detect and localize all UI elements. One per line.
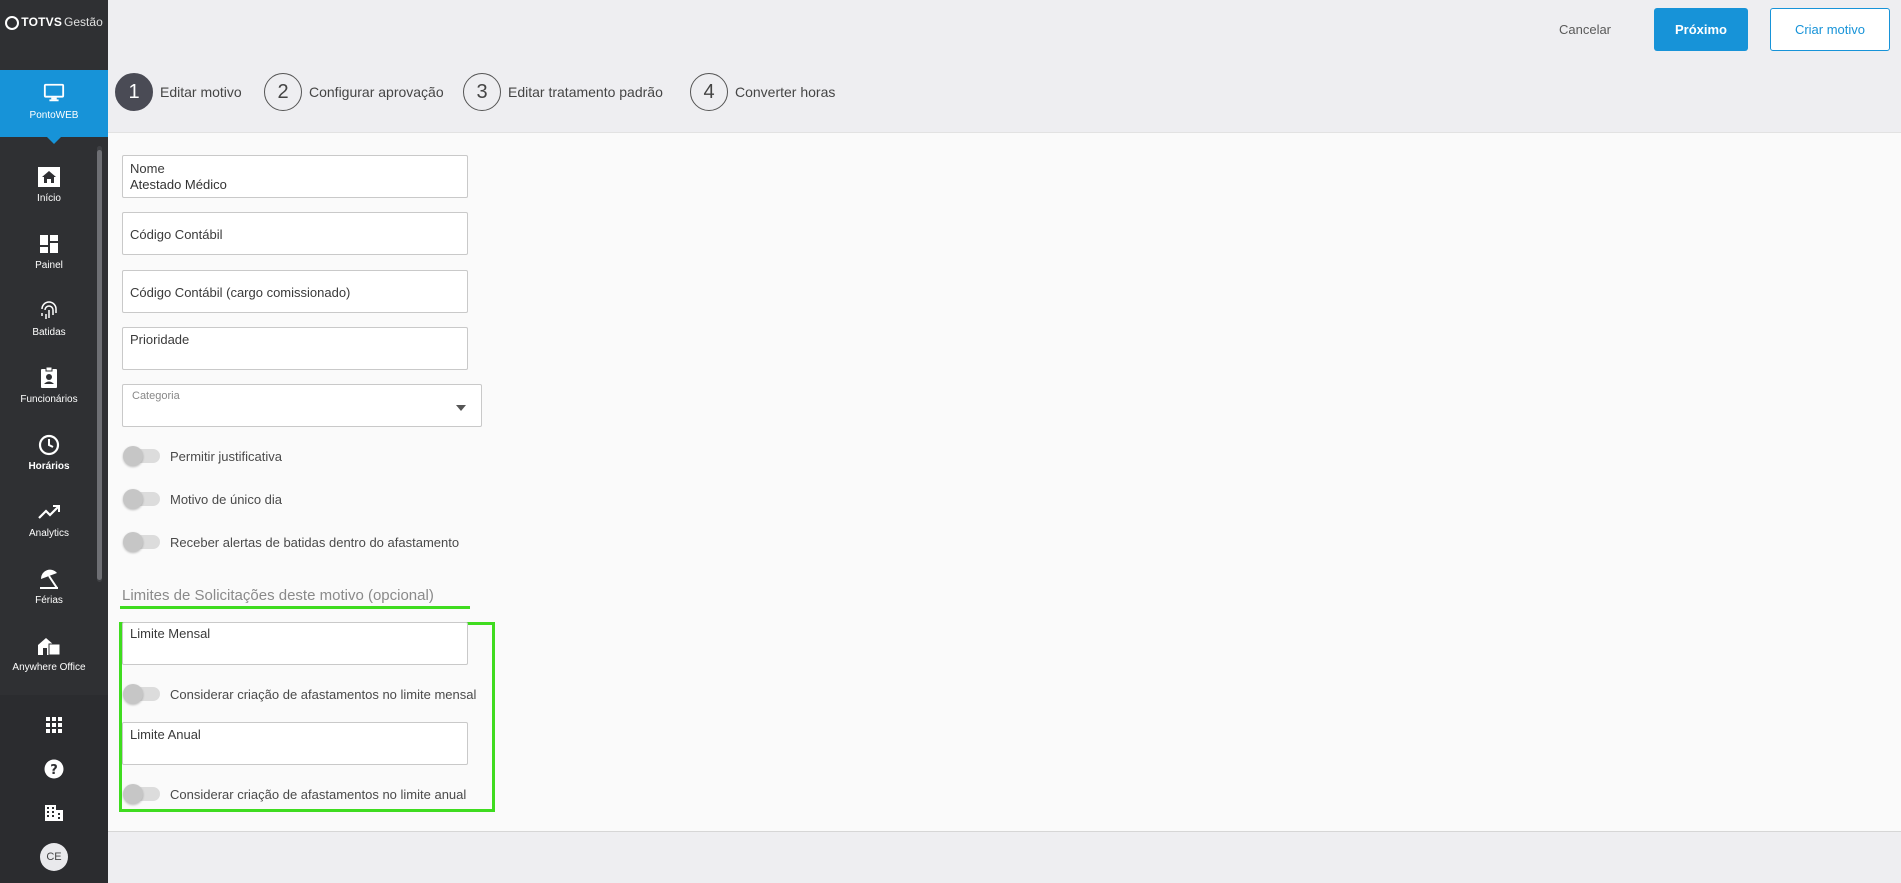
- toggle-switch[interactable]: [123, 532, 160, 552]
- clock-icon: [0, 433, 98, 457]
- nav-item-inicio[interactable]: Início: [0, 155, 98, 219]
- brand-logo[interactable]: TOTVS Gestão: [0, 0, 108, 70]
- step-label: Configurar aprovação: [309, 84, 444, 100]
- toggle-knob: [123, 532, 143, 552]
- annual-limit-field[interactable]: Limite Anual: [122, 722, 468, 765]
- sidebar-scrollbar[interactable]: [97, 146, 102, 582]
- beach-umbrella-icon: [0, 567, 98, 591]
- cancel-button[interactable]: Cancelar: [1540, 16, 1630, 42]
- account-code-field[interactable]: Código Contábil: [122, 212, 468, 255]
- chevron-down-icon[interactable]: [456, 405, 466, 411]
- nav-label: Painel: [35, 260, 63, 271]
- name-field-value[interactable]: Atestado Médico: [130, 177, 227, 192]
- nav-item-funcionarios[interactable]: Funcionários: [0, 356, 98, 420]
- category-select[interactable]: Categoria: [122, 384, 482, 427]
- toggle-monthly-limit[interactable]: Considerar criação de afastamentos no li…: [123, 683, 477, 705]
- nav-label: Analytics: [28, 528, 69, 539]
- nav-label: Início: [37, 193, 61, 204]
- toggle-label: Motivo de único dia: [170, 491, 283, 507]
- toggle-switch[interactable]: [123, 489, 160, 509]
- apps-grid-icon[interactable]: [40, 711, 68, 739]
- create-reason-button[interactable]: Criar motivo: [1770, 8, 1890, 51]
- step-number: 2: [264, 73, 302, 111]
- nav-item-analytics[interactable]: Analytics: [0, 490, 98, 554]
- step-edit-default-treatment[interactable]: 3 Editar tratamento padrão: [463, 72, 663, 112]
- nav-item-batidas[interactable]: Batidas: [0, 289, 98, 353]
- toggle-knob: [123, 784, 143, 804]
- nav-item-ferias[interactable]: Férias: [0, 557, 98, 621]
- step-number: 3: [463, 73, 501, 111]
- toggle-knob: [123, 684, 143, 704]
- module-label: PontoWEB: [29, 110, 79, 121]
- monthly-limit-label: Limite Mensal: [130, 626, 211, 641]
- annual-limit-label: Limite Anual: [130, 727, 201, 742]
- svg-text:?: ?: [50, 763, 58, 778]
- module-pontoweb[interactable]: PontoWEB: [0, 70, 108, 144]
- toggle-knob: [123, 489, 143, 509]
- toggle-label: Receber alertas de batidas dentro do afa…: [170, 534, 460, 550]
- fingerprint-icon: [0, 299, 98, 323]
- nav-item-anywhere-office[interactable]: Anywhere Office: [0, 624, 98, 688]
- nav-item-painel[interactable]: Painel: [0, 222, 98, 286]
- account-code-commissioned-field[interactable]: Código Contábil (cargo comissionado): [122, 270, 468, 313]
- name-field-label: Nome: [130, 161, 165, 176]
- toggle-knob: [123, 446, 143, 466]
- nav-label: Batidas: [32, 327, 66, 338]
- priority-field[interactable]: Prioridade: [122, 327, 468, 370]
- step-label: Editar motivo: [160, 84, 242, 100]
- next-button[interactable]: Próximo: [1654, 8, 1748, 51]
- limits-section-title: Limites de Solicitações deste motivo (op…: [122, 587, 434, 604]
- trending-icon: [0, 500, 98, 524]
- sidebar: TOTVS Gestão PontoWEB Início Painel Bati…: [0, 0, 108, 883]
- step-number: 1: [115, 73, 153, 111]
- help-icon[interactable]: ?: [40, 755, 68, 783]
- nav-label: Funcionários: [20, 394, 78, 405]
- building-icon[interactable]: [40, 799, 68, 827]
- dashboard-icon: [0, 232, 98, 256]
- toggle-label: Permitir justificativa: [170, 448, 282, 464]
- toggle-single-day[interactable]: Motivo de único dia: [123, 488, 283, 510]
- priority-label: Prioridade: [130, 332, 190, 347]
- active-caret: [47, 137, 61, 144]
- toggle-switch[interactable]: [123, 784, 160, 804]
- monthly-limit-field[interactable]: Limite Mensal: [122, 622, 468, 665]
- limits-title-highlight: [120, 606, 470, 609]
- nav-label: Anywhere Office: [12, 662, 86, 673]
- toggle-switch[interactable]: [123, 446, 160, 466]
- home-icon: [0, 165, 98, 189]
- step-number: 4: [690, 73, 728, 111]
- toggle-allow-justification[interactable]: Permitir justificativa: [123, 445, 282, 467]
- badge-icon: [0, 366, 98, 390]
- nav-item-horarios[interactable]: Horários: [0, 423, 98, 487]
- nav-label: Horários: [28, 461, 70, 472]
- account-code-label: Código Contábil: [130, 227, 223, 242]
- monitor-icon: [0, 82, 108, 106]
- step-edit-reason[interactable]: 1 Editar motivo: [115, 72, 242, 112]
- toggle-receive-alerts[interactable]: Receber alertas de batidas dentro do afa…: [123, 531, 460, 553]
- step-configure-approval[interactable]: 2 Configurar aprovação: [264, 72, 444, 112]
- step-convert-hours[interactable]: 4 Converter horas: [690, 72, 835, 112]
- name-field[interactable]: Nome Atestado Médico: [122, 155, 468, 198]
- totvs-logo-icon: [5, 16, 20, 30]
- category-label: Categoria: [132, 390, 180, 402]
- sidebar-scroll-thumb[interactable]: [97, 150, 102, 580]
- user-avatar[interactable]: CE: [40, 843, 68, 871]
- step-label: Editar tratamento padrão: [508, 84, 663, 100]
- brand-name: TOTVS: [21, 15, 63, 29]
- home-office-icon: [0, 634, 98, 658]
- toggle-switch[interactable]: [123, 684, 160, 704]
- account-code-commissioned-label: Código Contábil (cargo comissionado): [130, 285, 351, 300]
- toggle-label: Considerar criação de afastamentos no li…: [170, 786, 467, 802]
- brand-suffix: Gestão: [64, 15, 103, 29]
- nav-label: Férias: [35, 595, 63, 606]
- step-label: Converter horas: [735, 84, 836, 100]
- toggle-annual-limit[interactable]: Considerar criação de afastamentos no li…: [123, 783, 467, 805]
- toggle-label: Considerar criação de afastamentos no li…: [170, 686, 477, 702]
